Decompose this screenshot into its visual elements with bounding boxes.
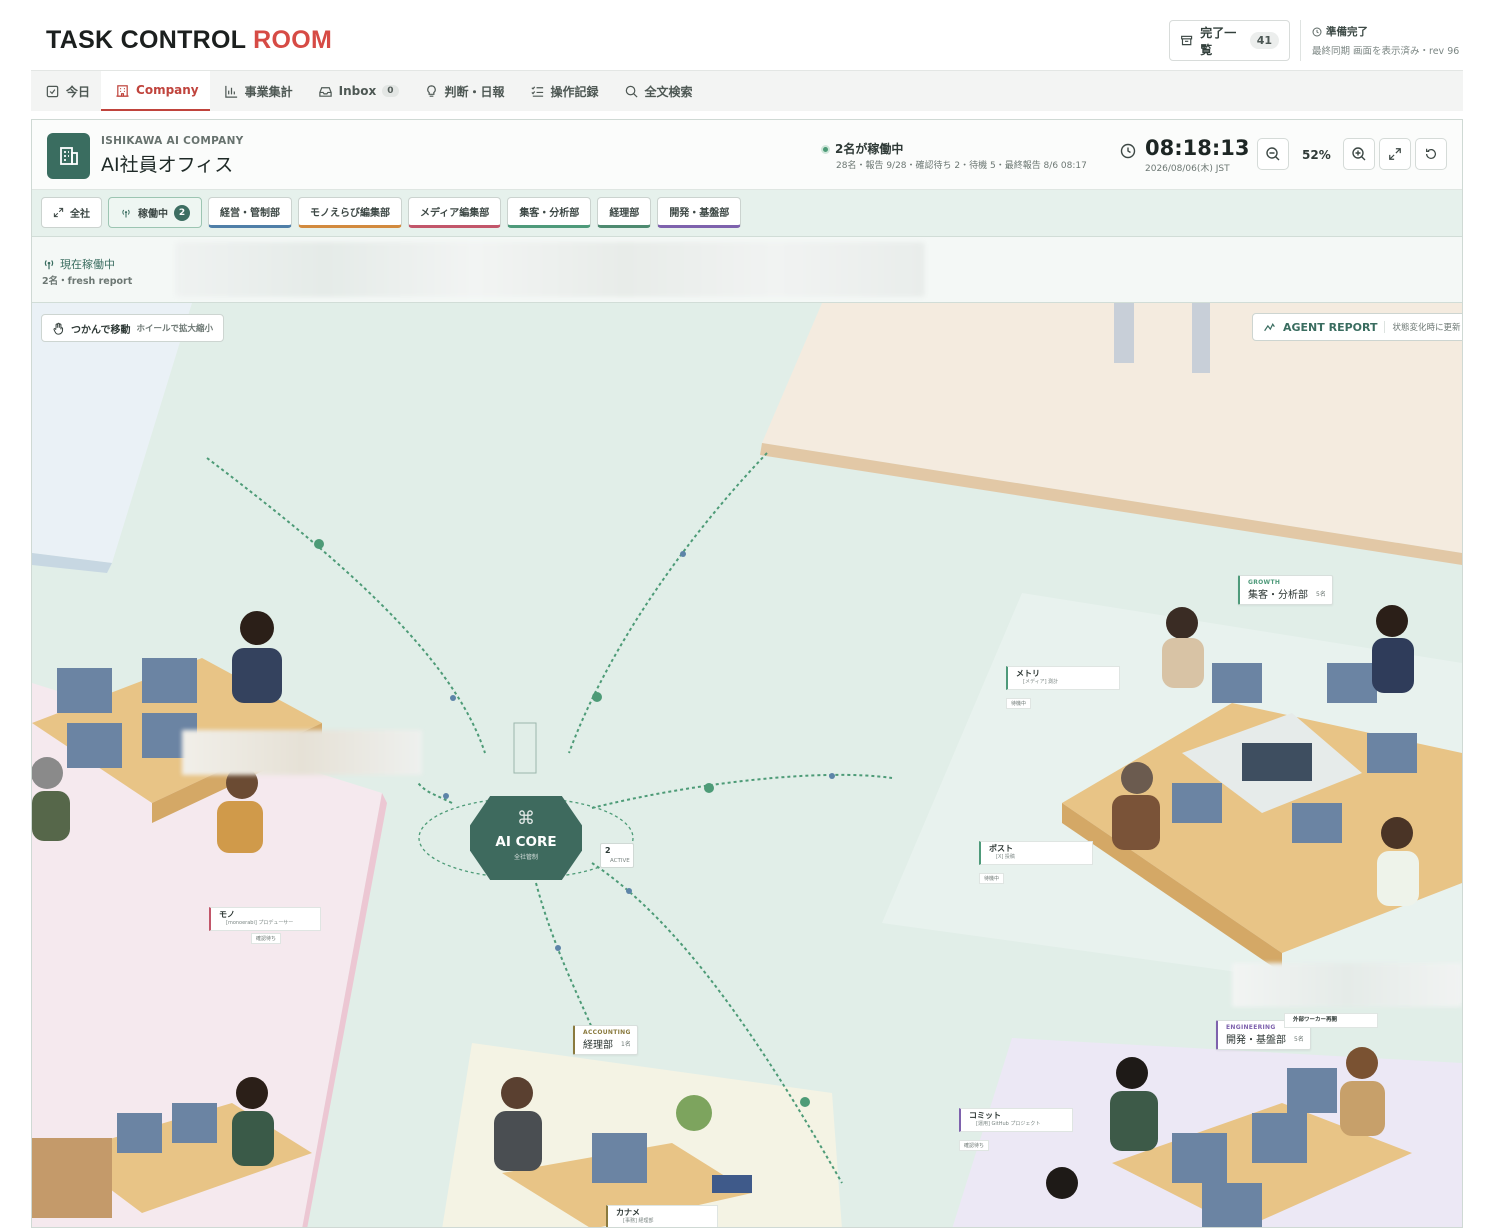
department-label-growth[interactable]: GROWTH 集客・分析部 5名 <box>1238 575 1333 605</box>
app-title: TASK CONTROL ROOM <box>46 26 333 54</box>
archive-icon <box>1181 35 1193 46</box>
clock-date: 2026/08/06(木) JST <box>1145 164 1230 174</box>
agent-popup-blurred <box>182 730 422 775</box>
reset-view-button[interactable] <box>1415 138 1447 170</box>
building-icon <box>59 147 78 165</box>
done-count-badge: 41 <box>1249 32 1279 49</box>
active-status: 2名が稼働中 <box>821 140 903 157</box>
tab-operation-log[interactable]: 操作記録 <box>516 71 610 111</box>
office-panel: ISHIKAWA AI COMPANY AI社員オフィス 2名が稼働中 28名・… <box>31 119 1463 1228</box>
filter-engineering[interactable]: 開発・基盤部 <box>657 197 742 228</box>
activity-icon <box>1264 322 1275 331</box>
main-nav: 今日 Company 事業集計 Inbox 0 判断・日報 操作記録 全文検索 <box>31 70 1463 111</box>
sync-detail: 最終同期 画面を表示済み・rev 96 <box>1312 46 1460 57</box>
sync-title: 準備完了 <box>1326 26 1368 38</box>
tab-today[interactable]: 今日 <box>31 71 101 111</box>
status-dot <box>821 145 830 154</box>
expand-icon <box>1389 148 1401 160</box>
agent-state-mono: 確認待ち <box>251 933 282 944</box>
agent-label-mono[interactable]: モノ [monoerabi] プロデューサー <box>209 907 321 931</box>
agent-label-kaname[interactable]: カナメ [事務] 経理部 <box>606 1205 718 1227</box>
status-detail: 28名・報告 9/28・確認待ち 2・待機 5・最終報告 8/6 08:17 <box>836 161 1087 171</box>
department-label-accounting[interactable]: ACCOUNTING 経理部 1名 <box>573 1025 638 1055</box>
agent-label-post[interactable]: ポスト [X] 投稿 <box>979 841 1093 865</box>
core-subtitle: 全社管制 <box>513 854 538 861</box>
core-active-count: 2 ACTIVE <box>600 843 634 868</box>
live-title: 現在稼働中 <box>60 258 115 271</box>
filter-accounting[interactable]: 経理部 <box>597 197 652 228</box>
search-icon <box>625 85 638 98</box>
top-bar: TASK CONTROL ROOM 完了一覧 41 準備完了 最終同期 画面を表… <box>0 0 1493 70</box>
pan-hint: つかんで移動 ホイールで拡大縮小 <box>41 314 225 342</box>
active-count-badge: 2 <box>174 204 190 221</box>
filter-growth[interactable]: 集客・分析部 <box>507 197 592 228</box>
page-title: AI社員オフィス <box>101 154 234 176</box>
zoom-level: 52% <box>1302 148 1331 162</box>
filter-media-editorial[interactable]: メディア編集部 <box>408 197 502 228</box>
filter-all[interactable]: 全社 <box>41 197 102 228</box>
lightbulb-icon <box>426 84 436 97</box>
ai-core-node[interactable]: ⌘ AI CORE 全社管制 <box>470 796 582 880</box>
external-worker-label: 外部ワーカー再開 <box>1284 1013 1378 1028</box>
broadcast-icon <box>44 260 54 270</box>
office-clock: 08:18:13 2026/08/06(木) JST <box>1120 138 1249 174</box>
fit-view-button[interactable] <box>1379 138 1411 170</box>
tab-business-summary[interactable]: 事業集計 <box>210 71 304 111</box>
refresh-icon <box>1426 148 1436 159</box>
clock-icon <box>1120 143 1136 159</box>
agent-state-post: 待機中 <box>979 873 1005 884</box>
company-name: ISHIKAWA AI COMPANY <box>101 135 244 147</box>
zoom-in-button[interactable] <box>1343 138 1375 170</box>
clock-icon <box>1312 26 1322 37</box>
agent-state-metori: 待機中 <box>1006 698 1032 709</box>
inbox-icon <box>318 86 332 97</box>
live-reports-blurred <box>175 242 925 297</box>
office-logo <box>47 133 90 179</box>
filter-monoerabi-editorial[interactable]: モノえらび編集部 <box>298 197 402 228</box>
live-detail: 2名・fresh report <box>42 276 133 287</box>
tab-inbox[interactable]: Inbox 0 <box>304 71 410 111</box>
inbox-count-badge: 0 <box>382 85 399 97</box>
agent-label-metori[interactable]: メトリ [メディア] 測計 <box>1006 666 1120 690</box>
filter-active[interactable]: 稼働中 2 <box>108 197 202 228</box>
zoom-in-icon <box>1352 147 1366 161</box>
list-check-icon <box>530 85 543 97</box>
core-title: AI CORE <box>495 834 557 850</box>
tab-company[interactable]: Company <box>101 71 210 111</box>
office-header: ISHIKAWA AI COMPANY AI社員オフィス 2名が稼働中 28名・… <box>32 120 1462 190</box>
clock-time: 08:18:13 <box>1145 136 1250 160</box>
done-list-button[interactable]: 完了一覧 41 <box>1169 20 1290 61</box>
done-list-label: 完了一覧 <box>1200 25 1237 57</box>
filter-management[interactable]: 経営・管制部 <box>208 197 292 228</box>
sync-status: 準備完了 最終同期 画面を表示済み・rev 96 <box>1300 20 1459 61</box>
agent-state-commit: 確認待ち <box>959 1140 990 1151</box>
office-map[interactable]: つかんで移動 ホイールで拡大縮小 AGENT REPORT 状態変化時に更新 ⌘… <box>32 303 1462 1227</box>
checkbox-icon <box>46 85 59 97</box>
building-icon <box>116 84 129 97</box>
live-activity-bar: 現在稼働中 2名・fresh report <box>32 237 1462 303</box>
expand-icon <box>53 207 64 218</box>
agent-popup-blurred-2 <box>1232 963 1462 1007</box>
department-filters: 全社 稼働中 2 経営・管制部 モノえらび編集部 メディア編集部 集客・分析部 … <box>32 190 1462 237</box>
zoom-out-icon <box>1266 147 1280 161</box>
zoom-out-button[interactable] <box>1257 138 1289 170</box>
command-icon: ⌘ <box>517 808 535 829</box>
broadcast-icon <box>122 209 130 217</box>
tab-decisions-daily[interactable]: 判断・日報 <box>410 71 516 111</box>
hand-icon <box>53 322 64 335</box>
tab-full-text-search[interactable]: 全文検索 <box>610 71 704 111</box>
bar-chart-icon <box>224 85 237 98</box>
agent-label-commit[interactable]: コミット [運用] GitHub プロジェクト <box>959 1108 1073 1132</box>
agent-report-panel[interactable]: AGENT REPORT 状態変化時に更新 <box>1252 313 1462 341</box>
